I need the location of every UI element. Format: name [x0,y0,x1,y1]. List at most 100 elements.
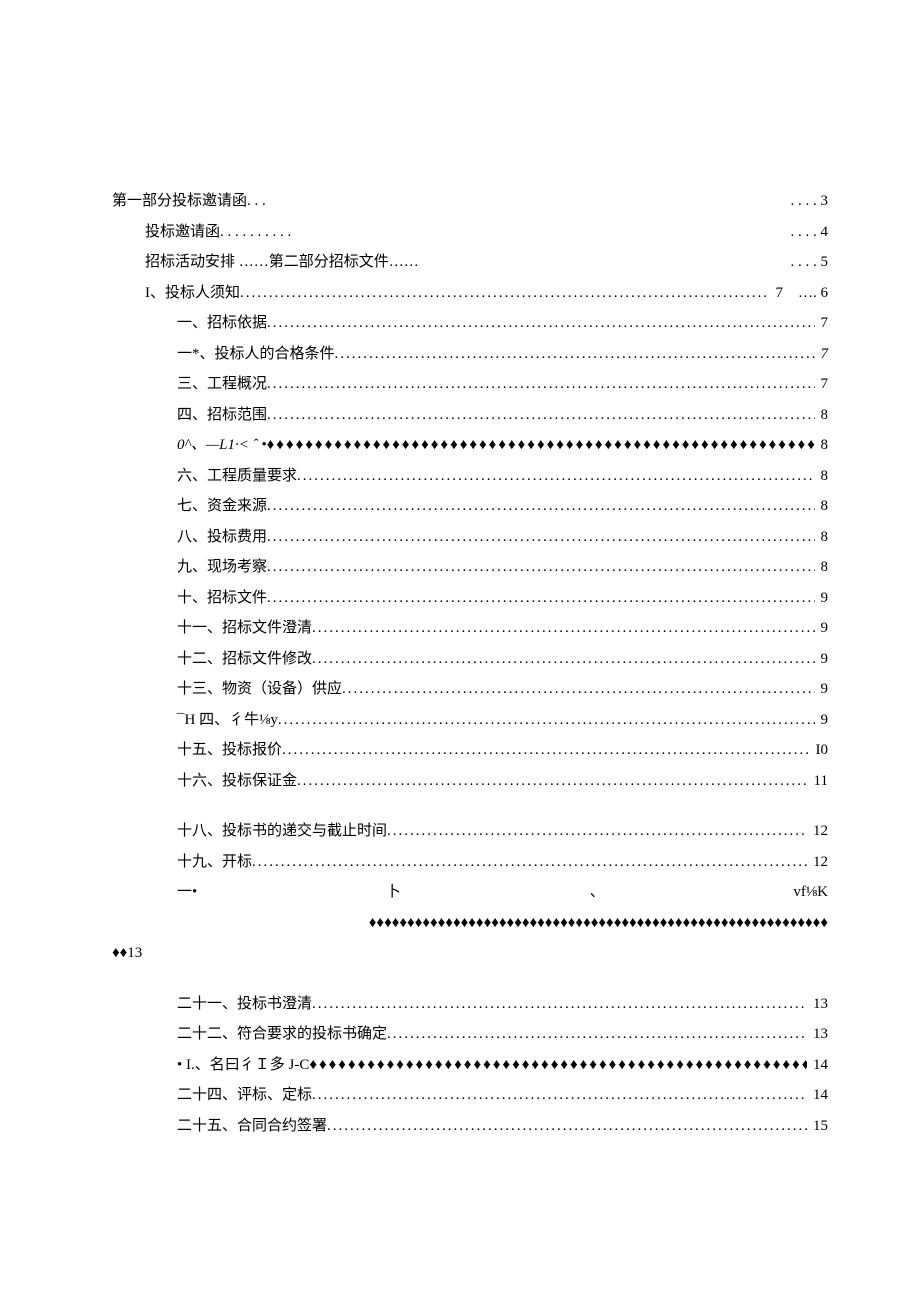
toc-page-number: 9 [815,617,829,640]
toc-leader: ........................................… [387,820,807,843]
toc-token: 卜 [386,881,401,904]
toc-entry-special-cont: ♦♦♦♦♦♦♦♦♦♦♦♦♦♦♦♦♦♦♦♦♦♦♦♦♦♦♦♦♦♦♦♦♦♦♦♦♦♦♦♦… [112,912,828,935]
toc-label: 九、现场考察 [177,556,267,579]
toc-label: 十、招标文件 [177,587,267,610]
toc-leader: ........................................… [387,1023,807,1046]
toc-page-number: 8 [815,495,829,518]
toc-entry: 九、现场考察 .................................… [112,556,828,579]
toc-label: 一*、投标人的合格条件 [177,343,335,366]
toc-leader: ........................................… [335,343,815,366]
toc-leader: ........................................… [267,556,814,579]
toc-entry: 第一部分投标邀请函. . . . . . . 3 [112,190,828,213]
toc-leader: ........................................… [327,1115,807,1138]
toc-label: 六、工程质量要求 [177,465,297,488]
toc-page-number: I0 [810,739,829,762]
toc-entry: 十一、招标文件澄清 ..............................… [112,617,828,640]
document-page: 第一部分投标邀请函. . . . . . . 3 投标邀请函. . . . . . … [0,0,920,1301]
toc-leader: ........................................… [278,709,815,732]
toc-page-number: . . . . 4 [785,221,829,244]
toc-page-number: 7 [815,312,829,335]
toc-page-number: . . . . 3 [785,190,829,213]
toc-page-number: 11 [808,770,828,793]
toc-leader: ........................................… [312,993,807,1016]
toc-label: 四、招标范围 [177,404,267,427]
toc-label: 第一部分投标邀请函. . . [112,190,266,213]
toc-page-number: 7 [815,343,829,366]
toc-entry: 二十五、合同合约签署 .............................… [112,1115,828,1138]
toc-wrapped-page: ♦♦13 [112,942,828,965]
toc-entry: 十五、投标报价 ................................… [112,739,828,762]
toc-leader: ........................................… [240,282,769,305]
toc-page-number: . . . . 5 [785,251,829,274]
toc-token: 、 [590,881,605,904]
toc-page-number: 13 [807,1023,828,1046]
toc-label: 二十一、投标书澄清 [177,993,312,1016]
toc-entry: 0^、—L1·< ˆ •♦♦♦♦♦♦♦♦♦♦♦♦♦♦♦♦♦♦♦♦♦♦♦♦♦♦♦♦… [112,434,828,457]
toc-leader: ♦♦♦♦♦♦♦♦♦♦♦♦♦♦♦♦♦♦♦♦♦♦♦♦♦♦♦♦♦♦♦♦♦♦♦♦♦♦♦♦… [267,434,815,457]
toc-leader: ........................................… [297,770,808,793]
toc-gap [112,973,828,993]
toc-label: ¯H 四、彳牛⅛y [177,709,278,732]
toc-page-number: 9 [815,678,829,701]
toc-page-number: 15 [807,1115,828,1138]
toc-label: 二十五、合同合约签署 [177,1115,327,1138]
toc-entry: 七、资金来源 .................................… [112,495,828,518]
toc-gap [112,800,828,820]
toc-entry: 十二、招标文件修改 ..............................… [112,648,828,671]
toc-token: 一• [177,881,197,904]
toc-page-number: 13 [807,993,828,1016]
toc-page-number: 9 [815,648,829,671]
toc-entry: 招标活动安排 ……第二部分招标文件……. . . . 5 [112,251,828,274]
toc-entry: 二十一、投标书澄清 ..............................… [112,993,828,1016]
toc-leader: ........................................… [312,648,814,671]
toc-label: I、投标人须知 [145,282,240,305]
toc-page-number: 12 [807,851,828,874]
toc-page-number: 9 [815,709,829,732]
toc-entry: 投标邀请函. . . . . . . . . .. . . . 4 [112,221,828,244]
table-of-contents: 第一部分投标邀请函. . . . . . . 3 投标邀请函. . . . . . … [112,190,828,1137]
toc-entry: • I.、名曰彳Ｉ多 J-C♦♦♦♦♦♦♦♦♦♦♦♦♦♦♦♦♦♦♦♦♦♦♦♦♦♦… [112,1054,828,1077]
toc-entry: 六、工程质量要求 ...............................… [112,465,828,488]
toc-leader: ........................................… [312,617,814,640]
toc-leader: ........................................… [267,587,814,610]
toc-label: 七、资金来源 [177,495,267,518]
toc-leader: ........................................… [297,465,814,488]
toc-label: 一、招标依据 [177,312,267,335]
toc-leader: ........................................… [267,526,814,549]
toc-entry: 二十四、评标、定标 ..............................… [112,1084,828,1107]
toc-page-number: 7 [815,373,829,396]
toc-page-wrapped: ♦♦13 [112,942,142,965]
toc-entry: 十三、物资（设备）供应 ............................… [112,678,828,701]
toc-entry: 十六、投标保证金 ...............................… [112,770,828,793]
toc-leader: ........................................… [267,373,814,396]
toc-label: 十六、投标保证金 [177,770,297,793]
toc-page-number: 12 [807,820,828,843]
toc-leader: ........................................… [267,495,814,518]
toc-leader: ........................................… [267,404,814,427]
toc-page-number: 14 [807,1084,828,1107]
toc-page-number: 8 [815,465,829,488]
toc-leader: ........................................… [342,678,814,701]
toc-page-number: 8 [815,404,829,427]
toc-leader: ♦♦♦♦♦♦♦♦♦♦♦♦♦♦♦♦♦♦♦♦♦♦♦♦♦♦♦♦♦♦♦♦♦♦♦♦♦♦♦♦… [309,1054,807,1077]
toc-leader: ♦♦♦♦♦♦♦♦♦♦♦♦♦♦♦♦♦♦♦♦♦♦♦♦♦♦♦♦♦♦♦♦♦♦♦♦♦♦♦♦… [369,912,828,935]
toc-leader: ........................................… [282,739,809,762]
toc-entry: 二十二、符合要求的投标书确定 .........................… [112,1023,828,1046]
toc-leader: ........................................… [312,1084,807,1107]
toc-entry: 十九、开标 ..................................… [112,851,828,874]
toc-leader: ........................................… [252,851,807,874]
toc-entry: 十八、投标书的递交与截止时间 .........................… [112,820,828,843]
toc-label: 十八、投标书的递交与截止时间 [177,820,387,843]
toc-entry: 三、工程概况 .................................… [112,373,828,396]
toc-entry: 一*、投标人的合格条件 ............................… [112,343,828,366]
toc-entry: 十、招标文件 .................................… [112,587,828,610]
toc-token: vf⅛K [793,881,828,904]
toc-label: 十二、招标文件修改 [177,648,312,671]
toc-entry: 一、招标依据 .................................… [112,312,828,335]
toc-label: 二十二、符合要求的投标书确定 [177,1023,387,1046]
toc-label: 二十四、评标、定标 [177,1084,312,1107]
toc-page-number: 8 [815,526,829,549]
toc-leader: ........................................… [267,312,814,335]
toc-page-number: 8 [815,434,829,457]
toc-entry: 四、招标范围 .................................… [112,404,828,427]
